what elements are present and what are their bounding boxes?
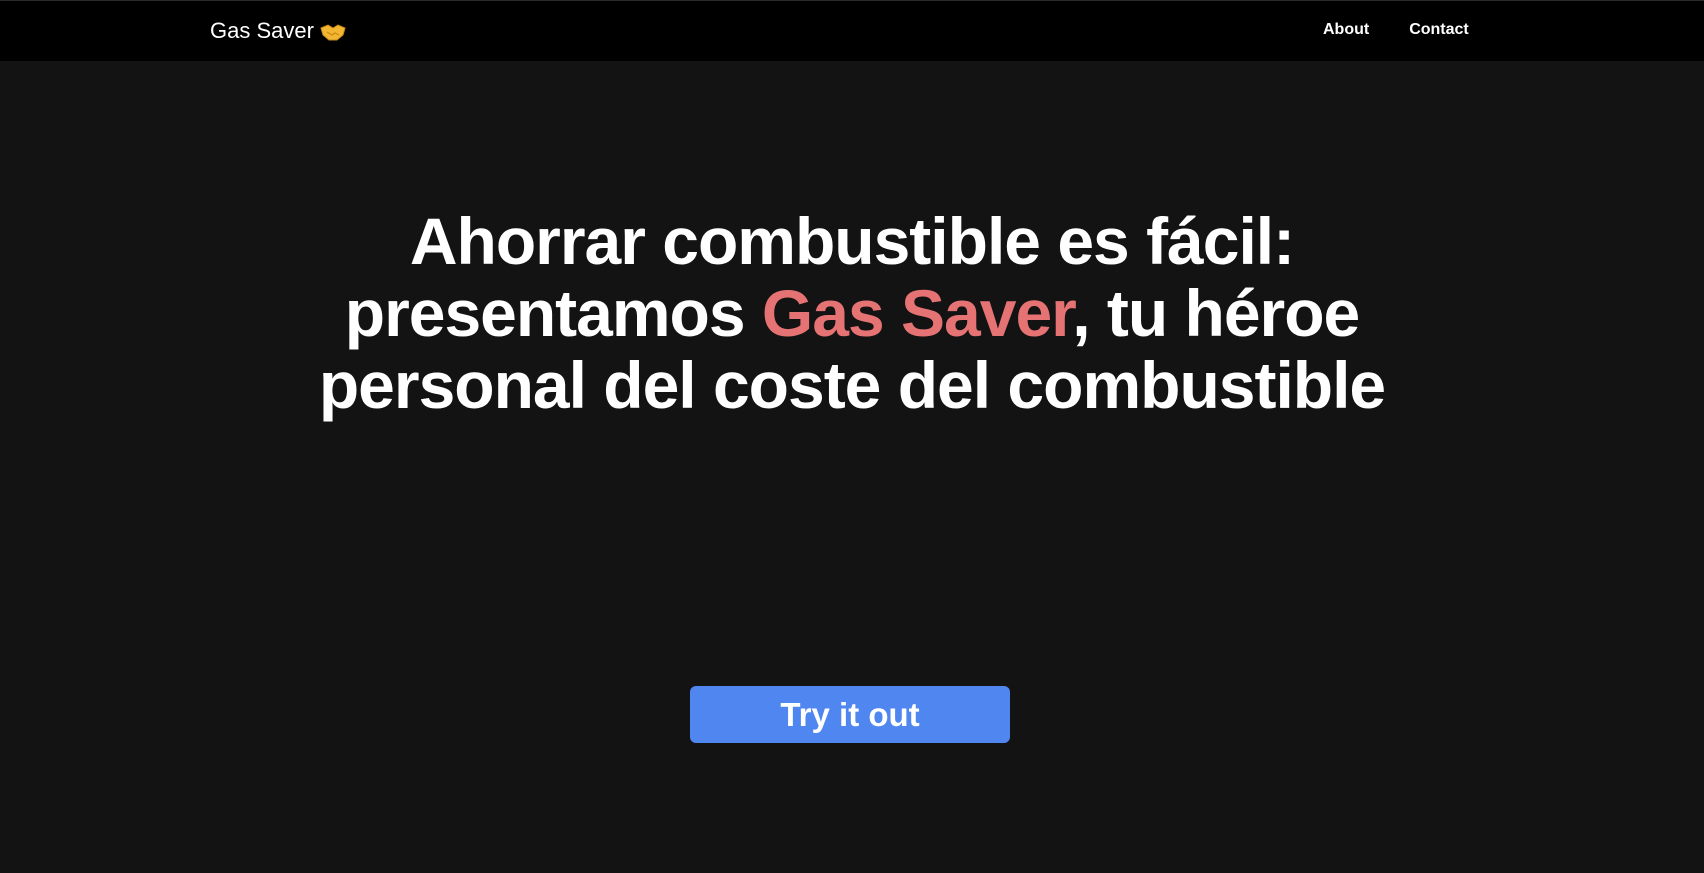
- nav-contact-link[interactable]: Contact: [1409, 20, 1469, 40]
- try-it-out-button[interactable]: Try it out: [690, 686, 1010, 743]
- hero-headline: Ahorrar combustible es fácil: presentamo…: [272, 205, 1432, 421]
- nav-links: About Contact: [1323, 20, 1469, 40]
- nav-about-link[interactable]: About: [1323, 20, 1369, 40]
- hero-section: Ahorrar combustible es fácil: presentamo…: [0, 205, 1704, 421]
- brand-name: Gas Saver: [210, 18, 314, 43]
- top-navbar: Gas Saver About Contact: [0, 0, 1704, 61]
- handshake-icon: [320, 21, 346, 41]
- headline-highlight: Gas Saver: [761, 276, 1073, 350]
- brand-link[interactable]: Gas Saver: [210, 17, 346, 45]
